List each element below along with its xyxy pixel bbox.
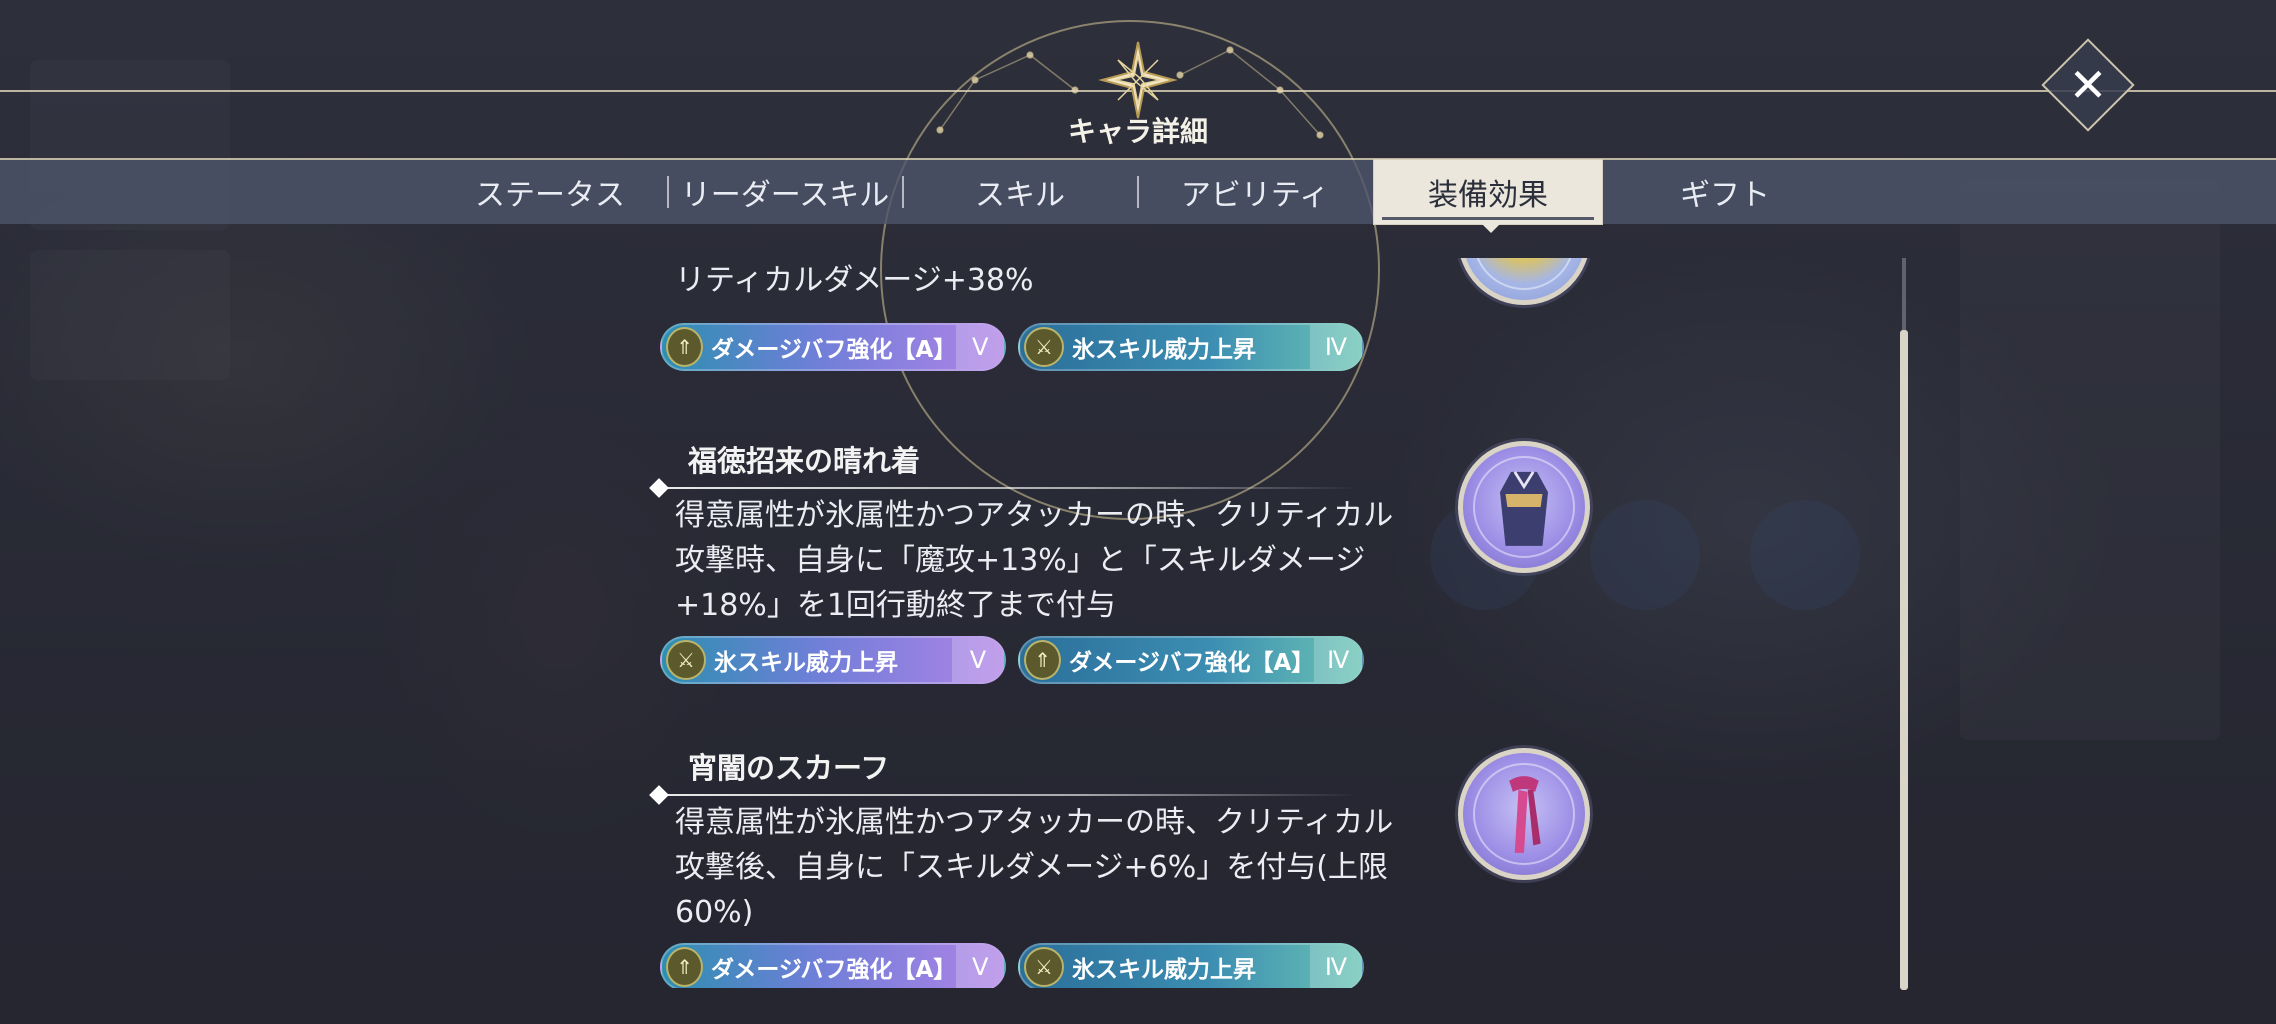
equipment-description: 得意属性が氷属性かつアタッカーの時、単体攻撃のクリティカルダメージ+38% [675, 263, 1034, 298]
star-compass-icon [1098, 41, 1178, 119]
skill-tag[interactable]: ⚔ 氷スキル威力上昇 Ⅴ [660, 636, 1006, 684]
equipment-list[interactable]: 得意属性が氷属性かつアタッカーの時、単体攻撃のクリティカルダメージ+38% ⇑ … [640, 258, 1640, 988]
tab-skill[interactable]: スキル [905, 160, 1135, 224]
tag-rank: Ⅳ [1310, 945, 1362, 988]
ice-sword-icon: ⚔ [666, 640, 706, 680]
kimono-icon[interactable] [1458, 441, 1590, 573]
tag-rank: Ⅴ [956, 325, 1004, 369]
tab-separator [667, 176, 669, 208]
tab-separator [1137, 176, 1139, 208]
tag-label: ダメージバフ強化【A】 [711, 337, 957, 363]
skill-tag[interactable]: ⇑ ダメージバフ強化【A】 Ⅴ [660, 323, 1006, 371]
tag-label: 氷スキル威力上昇 [1072, 337, 1256, 363]
golden-fan-icon[interactable] [1458, 258, 1590, 305]
tag-label: 氷スキル威力上昇 [1072, 957, 1256, 983]
ice-sword-icon: ⚔ [1024, 327, 1064, 367]
tag-label: 氷スキル威力上昇 [714, 650, 898, 676]
equipment-name: 宵闇のスカーフ [688, 751, 890, 785]
tag-rank: Ⅳ [1310, 325, 1362, 369]
tab-status[interactable]: ステータス [435, 160, 665, 224]
scrollbar-thumb[interactable] [1900, 330, 1908, 990]
skill-tag[interactable]: ⚔ 氷スキル威力上昇 Ⅳ [1018, 943, 1364, 988]
skill-tag[interactable]: ⇑ ダメージバフ強化【A】 Ⅴ [660, 943, 1006, 988]
equipment-description: 得意属性が氷属性かつアタッカーの時、クリティカル攻撃時、自身に「魔攻+13%」と… [675, 498, 1394, 623]
page-title: キャラ詳細 [1067, 115, 1208, 148]
buff-arrow-icon: ⇑ [666, 947, 704, 987]
equipment-name: 福徳招来の晴れ着 [688, 444, 921, 478]
tab-separator [902, 176, 904, 208]
tag-label: ダメージバフ強化【A】 [1069, 650, 1315, 676]
tag-rank: Ⅳ [1314, 638, 1362, 682]
skill-tag[interactable]: ⚔ 氷スキル威力上昇 Ⅳ [1018, 323, 1364, 371]
tag-label: ダメージバフ強化【A】 [711, 957, 957, 983]
tag-rank: Ⅴ [952, 638, 1004, 682]
buff-arrow-icon: ⇑ [666, 327, 704, 367]
name-rule [658, 794, 1358, 796]
skill-tag[interactable]: ⇑ ダメージバフ強化【A】 Ⅳ [1018, 636, 1364, 684]
tab-ability[interactable]: アビリティ [1140, 160, 1370, 224]
tag-rank: Ⅴ [956, 945, 1004, 988]
name-rule [658, 487, 1358, 489]
buff-arrow-icon: ⇑ [1024, 640, 1062, 680]
ice-sword-icon: ⚔ [1024, 947, 1064, 987]
active-tab-pointer [1482, 224, 1500, 233]
tab-equipment-effect[interactable]: 装備効果 [1373, 159, 1603, 225]
tab-gift[interactable]: ギフト [1610, 160, 1840, 224]
equipment-description: 得意属性が氷属性かつアタッカーの時、クリティカル攻撃後、自身に「スキルダメージ+… [675, 805, 1394, 930]
scarf-icon[interactable] [1458, 748, 1590, 880]
tab-leader-skill[interactable]: リーダースキル [670, 160, 900, 224]
